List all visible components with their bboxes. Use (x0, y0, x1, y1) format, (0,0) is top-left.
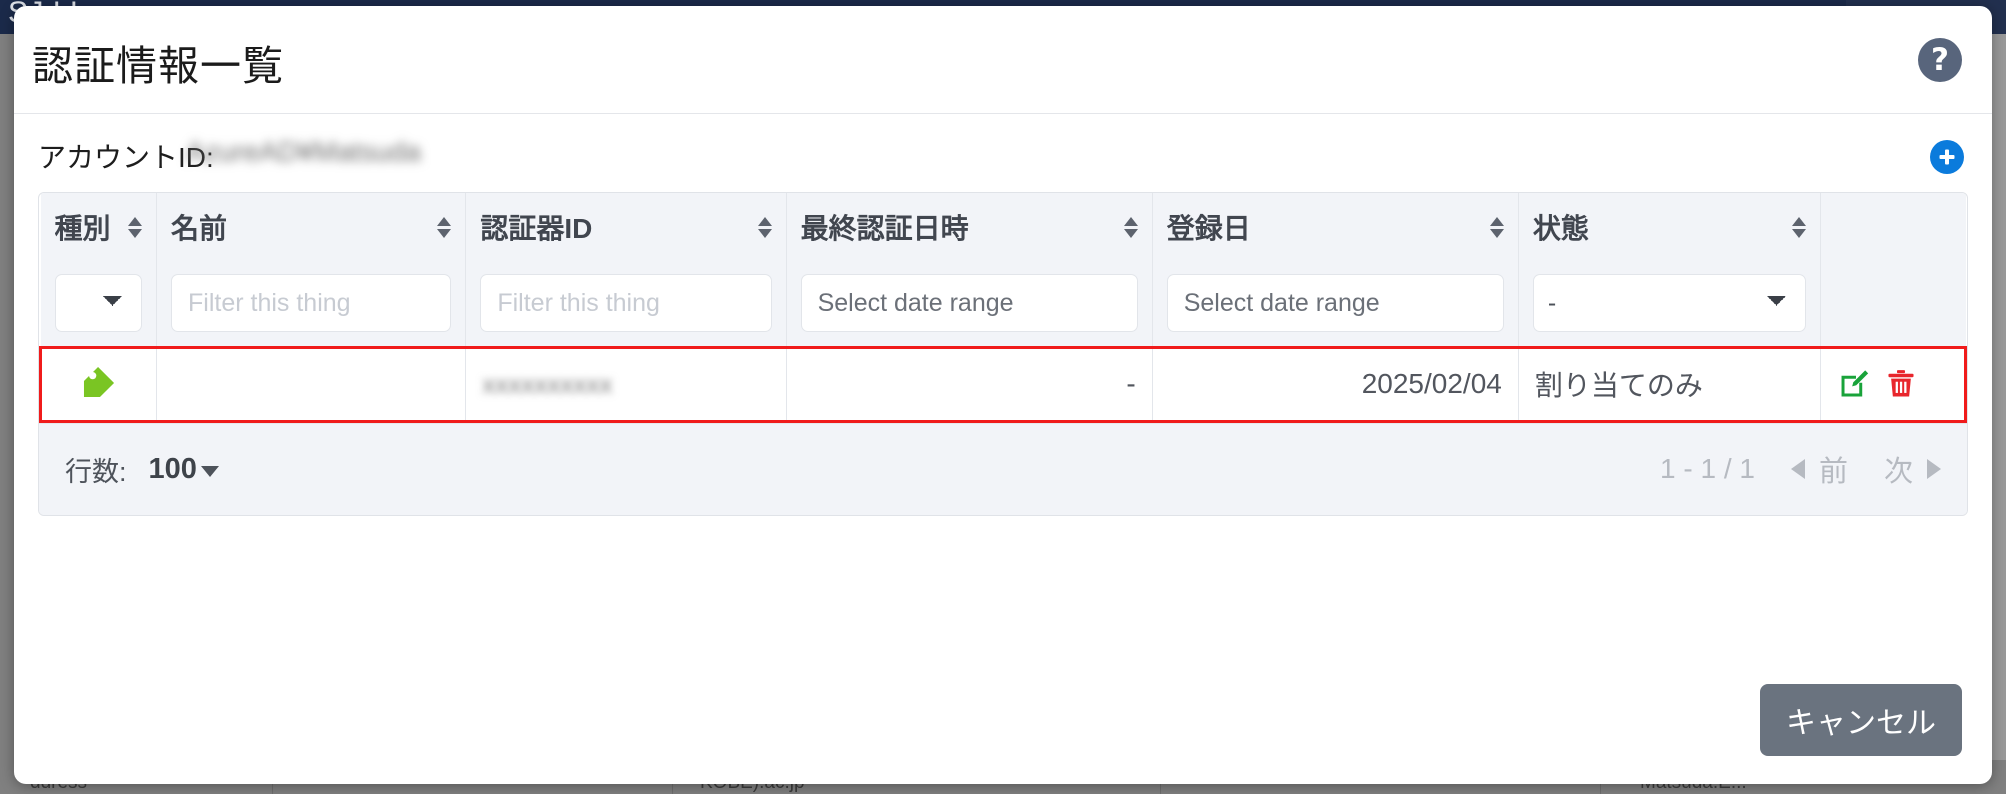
column-header-authenticator-id[interactable]: 認証器ID (465, 193, 787, 261)
column-header-label: 種別 (54, 213, 111, 244)
type-filter-select[interactable] (54, 274, 142, 333)
page-title: 認証情報一覧 (32, 43, 284, 89)
table-pagination-bar: 行数: 100 1 - 1 / 1 前 次 (39, 422, 1967, 515)
state-filter-select[interactable]: - (1532, 274, 1806, 333)
registration-date-value: 2025/02/04 (1361, 368, 1502, 399)
column-header-label: 名前 (171, 213, 228, 244)
filter-cell-authenticator-id (465, 261, 787, 347)
chevron-right-icon (1927, 459, 1941, 479)
filter-row: - (40, 261, 1966, 347)
chevron-left-icon (1790, 459, 1805, 479)
filter-cell-type (40, 261, 157, 347)
chevron-down-icon (200, 465, 219, 477)
sort-toggle-icon[interactable] (120, 216, 142, 238)
column-header-label: 状態 (1532, 213, 1589, 244)
trash-bin-icon[interactable] (1885, 368, 1917, 400)
credentials-list-dialog: 認証情報一覧 ? アカウントID: AzureAD¥Matsuda 種別 名前 … (14, 6, 1992, 784)
page-range-label: 1 - 1 / 1 (1660, 453, 1755, 484)
cell-authenticator-id: xxxxxxxxxx (465, 345, 787, 423)
rows-per-page-group: 行数: 100 (65, 450, 219, 489)
table-row[interactable]: xxxxxxxxxx - 2025/02/04 割り当てのみ (39, 345, 1967, 423)
rows-per-page-value: 100 (148, 452, 197, 485)
column-header-name[interactable]: 名前 (156, 193, 467, 261)
question-mark-circle-icon[interactable]: ? (1918, 38, 1962, 82)
cancel-button[interactable]: キャンセル (1760, 684, 1962, 756)
rows-per-page-select[interactable]: 100 (149, 453, 219, 486)
previous-page-label: 前 (1818, 456, 1848, 488)
column-header-state[interactable]: 状態 (1518, 193, 1821, 261)
column-header-type[interactable]: 種別 (40, 193, 157, 261)
filter-cell-actions (1820, 261, 1966, 347)
previous-page-button[interactable]: 前 (1790, 448, 1848, 490)
green-tag-icon (80, 363, 118, 406)
account-row: アカウントID: AzureAD¥Matsuda (26, 114, 1980, 192)
credentials-table: 種別 名前 認証器ID 最終認証日時 登録日 状態 Filter this th… (38, 192, 1968, 516)
next-page-label: 次 (1883, 456, 1913, 488)
next-page-button[interactable]: 次 (1884, 448, 1941, 490)
dialog-header: 認証情報一覧 ? (14, 6, 1992, 114)
column-header-actions (1820, 193, 1966, 261)
dialog-body: アカウントID: AzureAD¥Matsuda 種別 名前 認証器ID 最終認… (14, 114, 1992, 516)
last-auth-value: - (1126, 368, 1136, 399)
backdrop-right-strip (1992, 34, 2006, 760)
cell-last-auth: - (786, 345, 1153, 423)
sort-toggle-icon[interactable] (1482, 216, 1504, 238)
column-header-last-auth[interactable]: 最終認証日時 (786, 193, 1153, 261)
filter-cell-last-auth (786, 261, 1153, 347)
cell-name (156, 345, 467, 423)
cell-type (39, 345, 157, 423)
sort-toggle-icon[interactable] (1784, 216, 1806, 238)
sort-toggle-icon[interactable] (429, 216, 452, 238)
table-header: 種別 名前 認証器ID 最終認証日時 登録日 状態 (40, 193, 1966, 261)
cell-state: 割り当てのみ (1518, 345, 1821, 423)
column-header-label: 登録日 (1166, 213, 1251, 244)
filter-cell-state: - (1518, 261, 1821, 347)
authenticator-id-filter-input[interactable] (480, 274, 772, 333)
filter-cell-registration-date (1152, 261, 1519, 347)
edit-pencil-icon[interactable] (1837, 367, 1871, 401)
cell-actions (1820, 345, 1967, 423)
column-header-registration-date[interactable]: 登録日 (1152, 193, 1519, 261)
plus-circle-icon[interactable] (1930, 140, 1964, 174)
column-header-label: 最終認証日時 (800, 213, 969, 244)
sort-toggle-icon[interactable] (1116, 216, 1138, 238)
pagination-controls: 1 - 1 / 1 前 次 (1660, 448, 1941, 490)
state-value: 割り当てのみ (1534, 370, 1703, 401)
rows-per-page-label: 行数: (65, 456, 127, 487)
authenticator-id-value: xxxxxxxxxx (482, 368, 613, 399)
cell-registration-date: 2025/02/04 (1152, 345, 1519, 423)
name-filter-input[interactable] (171, 274, 452, 333)
last-auth-date-range-input[interactable] (800, 274, 1138, 333)
dialog-footer: キャンセル (14, 656, 1992, 784)
sort-toggle-icon[interactable] (750, 216, 772, 238)
account-id-value: AzureAD¥Matsuda (186, 136, 422, 167)
column-header-label: 認証器ID (480, 213, 593, 244)
registration-date-range-input[interactable] (1166, 274, 1504, 333)
filter-cell-name (156, 261, 467, 347)
